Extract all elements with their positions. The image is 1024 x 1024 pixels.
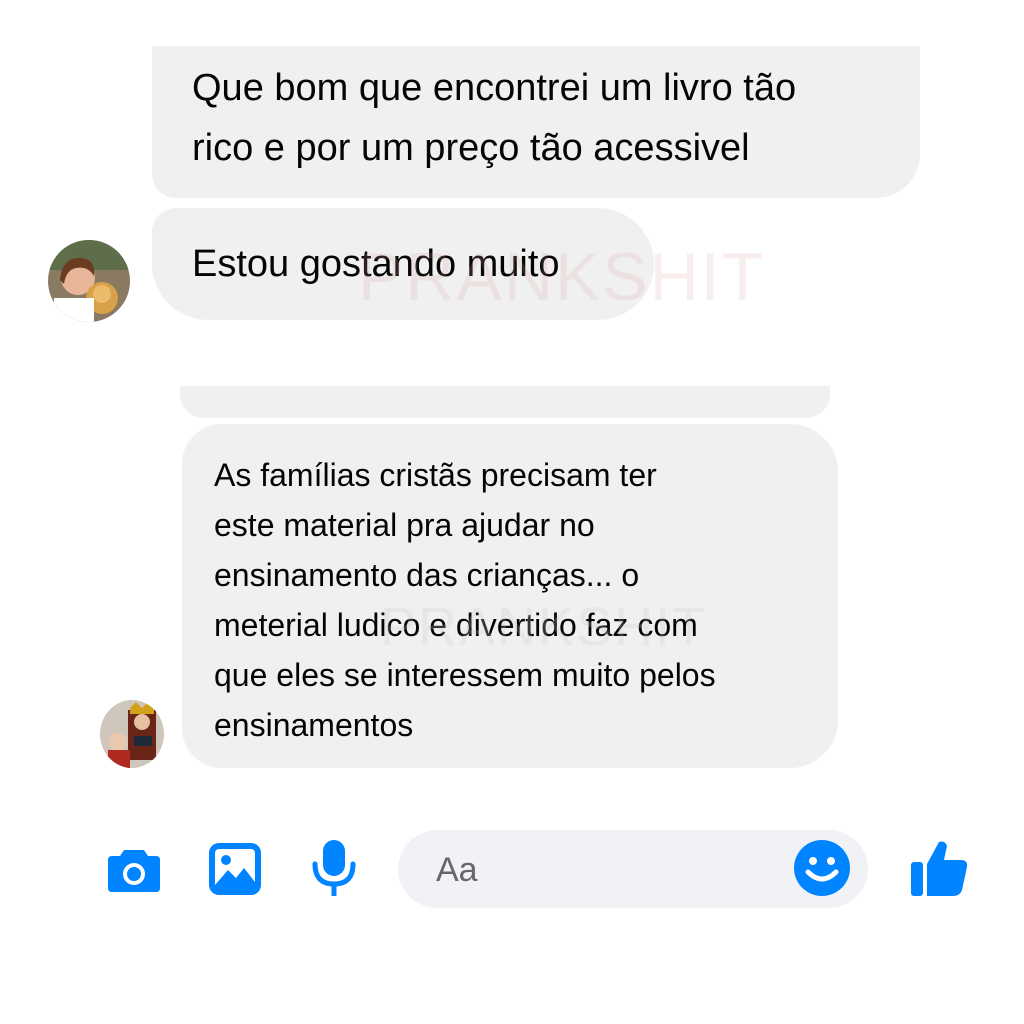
- message-bubble: Estou gostando muito: [152, 208, 654, 320]
- message-text: Estou gostando muito: [192, 243, 560, 285]
- thumbs-up-icon: [911, 841, 968, 896]
- camera-button[interactable]: [104, 844, 164, 896]
- message-composer: [0, 820, 1024, 920]
- chat-screenshot: Que bom que encontrei um livro tão rico …: [0, 0, 1024, 1024]
- message-bubble: Que bom que encontrei um livro tão rico …: [152, 46, 920, 198]
- camera-icon: [108, 850, 160, 892]
- emoji-icon: [794, 840, 850, 896]
- message-text: Que bom que encontrei um livro tão rico …: [192, 67, 797, 169]
- microphone-button[interactable]: [306, 836, 362, 902]
- avatar[interactable]: [100, 700, 164, 768]
- message-bubble: As famílias cristãs precisam ter este ma…: [182, 424, 838, 768]
- image-icon: [209, 843, 261, 895]
- like-button[interactable]: [904, 832, 974, 904]
- avatar-photo: [100, 700, 164, 768]
- message-bubble-edge: [180, 386, 830, 418]
- message-input[interactable]: [434, 842, 778, 898]
- avatar[interactable]: [48, 240, 130, 322]
- avatar-photo: [48, 240, 130, 322]
- image-button[interactable]: [204, 840, 266, 898]
- emoji-button[interactable]: [790, 836, 854, 900]
- microphone-icon: [312, 840, 356, 896]
- message-text: As famílias cristãs precisam ter este ma…: [214, 457, 716, 743]
